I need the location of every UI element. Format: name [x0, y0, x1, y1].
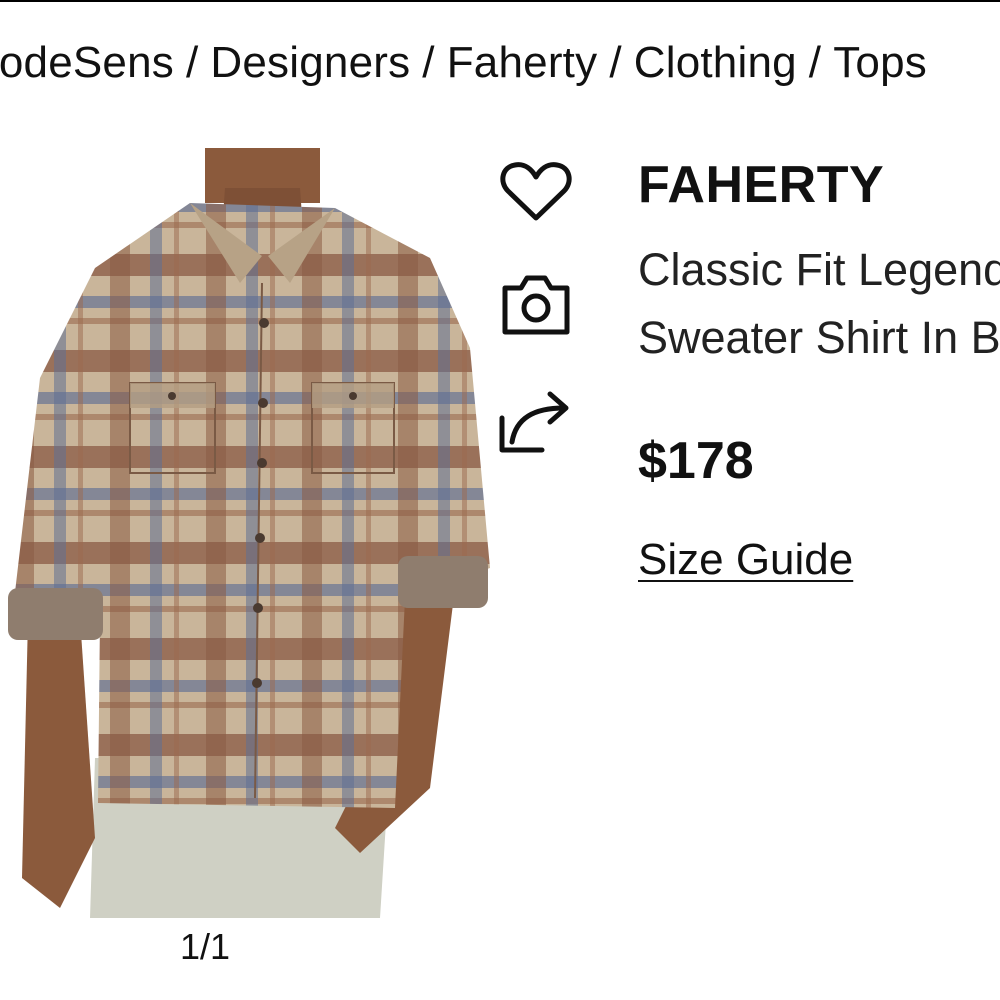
breadcrumb-item-designers[interactable]: Designers	[210, 38, 410, 87]
product-name-line-2: Sweater Shirt In B	[638, 312, 1000, 363]
breadcrumb-separator: /	[422, 38, 435, 87]
heart-icon[interactable]	[498, 158, 574, 226]
product-name: Classic Fit Legend Sweater Shirt In B	[638, 236, 1000, 372]
breadcrumb-item-faherty[interactable]: Faherty	[447, 38, 598, 87]
product-page: ModeSens/Designers/Faherty/Clothing/Tops	[0, 0, 1000, 1000]
image-counter: 1/1	[179, 926, 231, 967]
product-image[interactable]	[0, 148, 490, 918]
breadcrumb-separator: /	[185, 38, 199, 87]
size-guide-link[interactable]: Size Guide	[638, 532, 853, 588]
camera-icon[interactable]	[498, 270, 574, 338]
breadcrumb-separator: /	[808, 38, 822, 87]
product-name-line-1: Classic Fit Legend	[638, 244, 1000, 295]
share-icon[interactable]	[498, 388, 574, 456]
breadcrumb-item-clothing[interactable]: Clothing	[634, 38, 797, 87]
breadcrumb-item-tops[interactable]: Tops	[833, 38, 927, 87]
breadcrumb: ModeSens/Designers/Faherty/Clothing/Tops	[0, 36, 927, 90]
top-divider	[0, 0, 1000, 2]
plaid-shirt-model-photo	[8, 148, 490, 918]
breadcrumb-separator: /	[609, 38, 622, 87]
breadcrumb-item-modesens[interactable]: ModeSens	[0, 38, 174, 87]
brand-name[interactable]: FAHERTY	[638, 154, 884, 216]
product-price: $178	[638, 432, 754, 490]
